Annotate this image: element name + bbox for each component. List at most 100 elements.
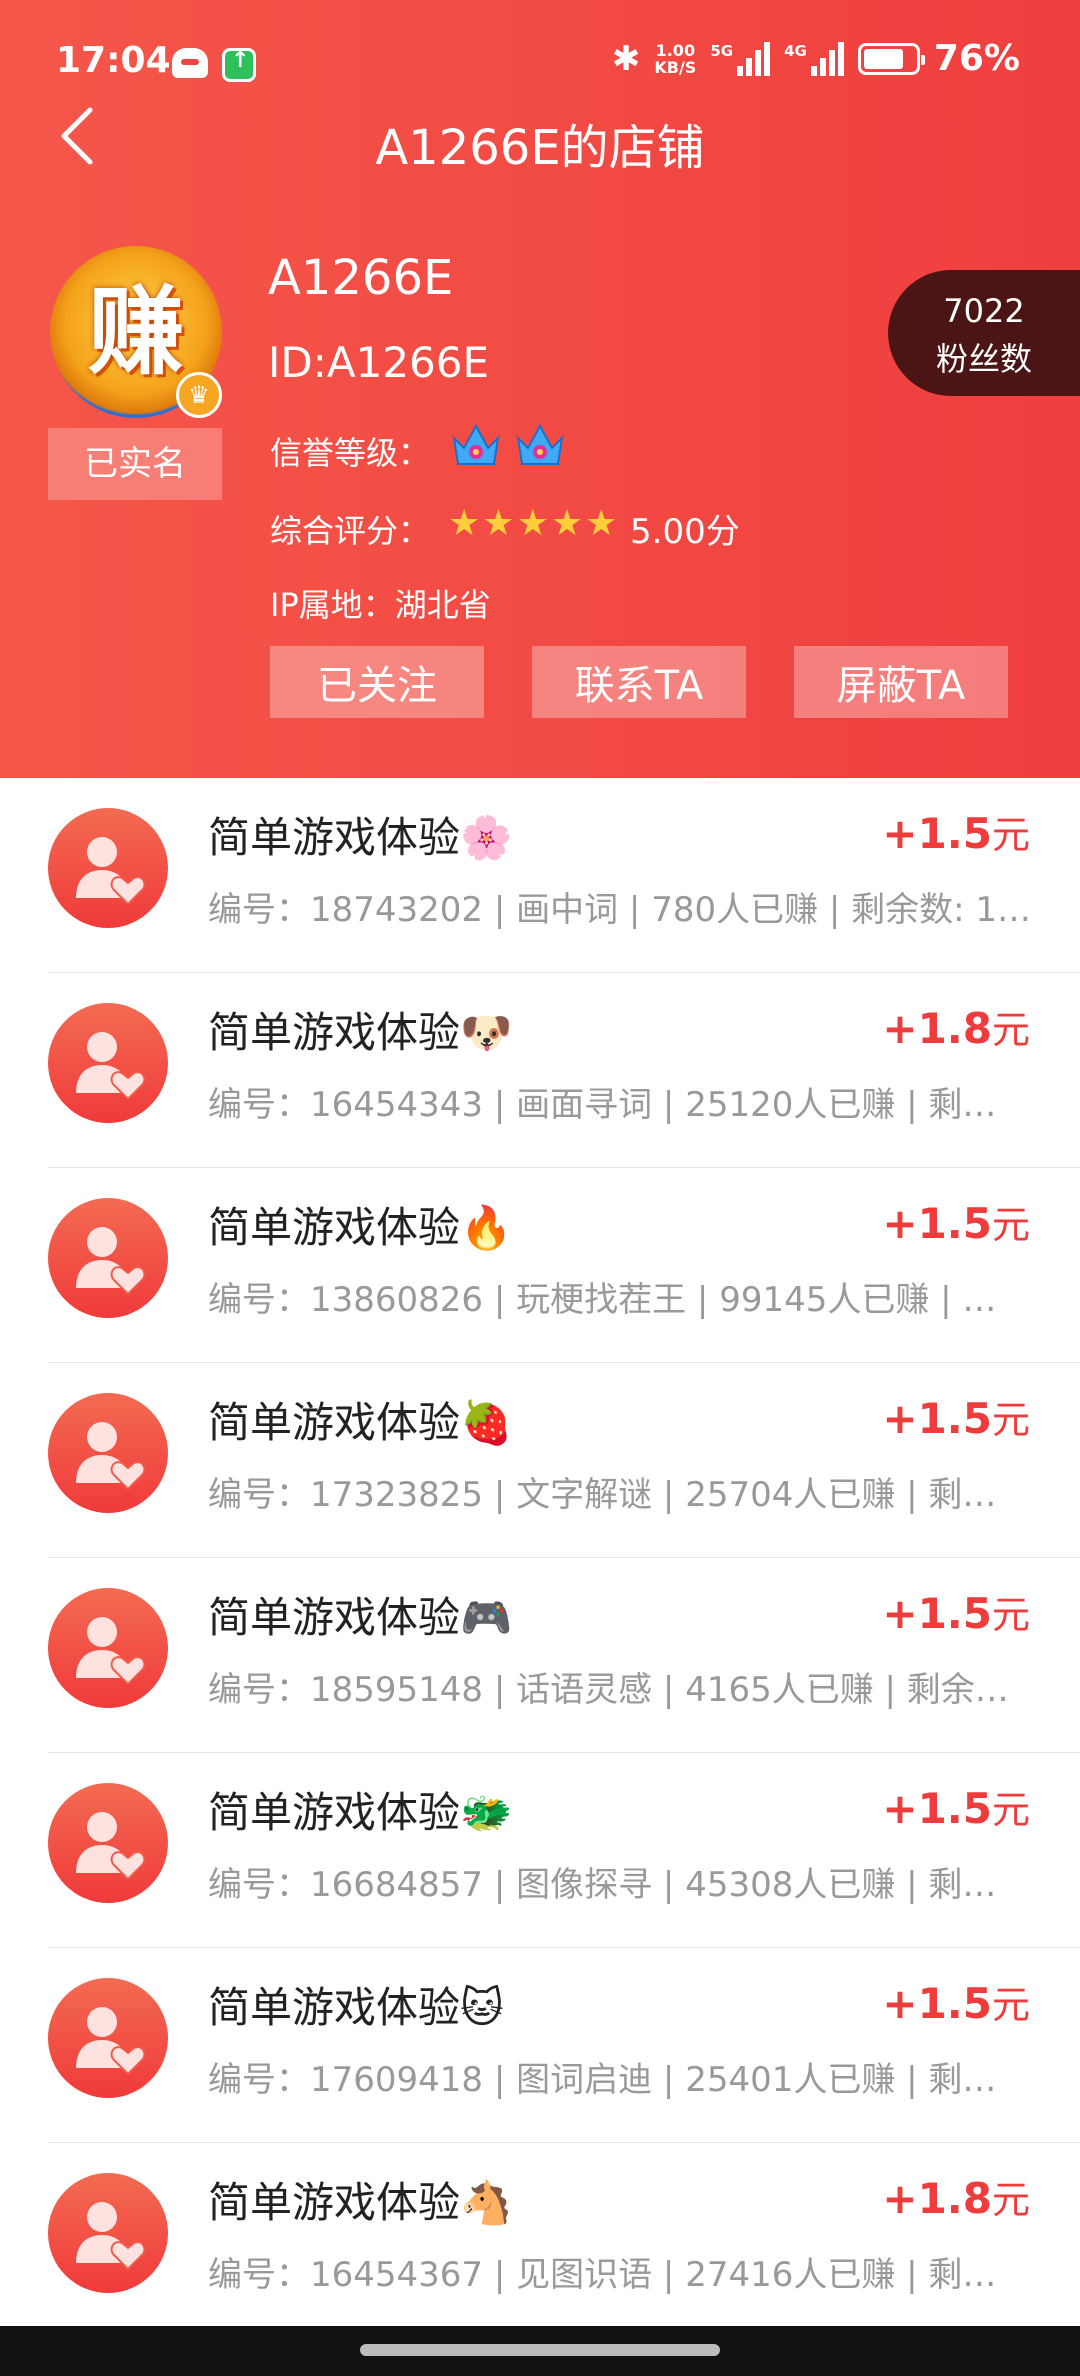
net-5g-label: 5G: [710, 41, 734, 60]
reputation-crowns: [450, 420, 566, 470]
vip-crown-icon: ♛: [176, 372, 222, 418]
crown-icon: [514, 420, 566, 470]
rating-stars: ★ ★ ★ ★ ★: [448, 502, 617, 546]
home-indicator[interactable]: [360, 2344, 720, 2356]
task-reward-amount: +1.8: [882, 1004, 992, 1053]
task-reward-amount: +1.5: [882, 1199, 992, 1248]
task-title: 简单游戏体验🐱: [208, 1983, 504, 2032]
task-reward-unit: 元: [991, 1788, 1030, 1832]
signal-4g-icon: 4G: [784, 41, 844, 76]
task-row[interactable]: 简单游戏体验🐴 +1.8元 编号：16454367 | 见图识语 | 27416…: [0, 2143, 1080, 2338]
task-reward: +1.5元: [882, 1584, 1030, 1639]
task-details: 编号：18743202 | 画中词 | 780人已赚 | 剩余数: 1…: [208, 890, 1032, 930]
task-title: 简单游戏体验🔥: [208, 1203, 513, 1252]
task-reward: +1.8元: [882, 2169, 1030, 2224]
fans-count-badge[interactable]: 7022 粉丝数: [888, 270, 1080, 396]
battery-icon: [857, 42, 925, 75]
star-icon: ★: [585, 503, 618, 544]
task-row[interactable]: 简单游戏体验🌸 +1.5元 编号：18743202 | 画中词 | 780人已赚…: [0, 778, 1080, 973]
bluetooth-icon: ✱: [611, 38, 641, 79]
task-details: 编号：13860826 | 玩梗找茬王 | 99145人已赚 | …: [208, 1280, 997, 1320]
task-title: 简单游戏体验🐴: [208, 2178, 513, 2227]
shop-header: 17:04 ✱ 1.00 KB/S 5G 4G 76% A1266E的店铺 赚: [0, 0, 1080, 778]
task-reward: +1.5元: [882, 1389, 1030, 1444]
avatar-logo-char: 赚: [88, 276, 184, 388]
app-notification-icon: [172, 48, 208, 78]
task-row[interactable]: 简单游戏体验🐱 +1.5元 编号：17609418 | 图词启迪 | 25401…: [0, 1948, 1080, 2143]
user-heart-icon: [48, 1783, 168, 1903]
task-row[interactable]: 简单游戏体验🍓 +1.5元 编号：17323825 | 文字解谜 | 25704…: [0, 1363, 1080, 1558]
network-speed: 1.00 KB/S: [654, 42, 696, 76]
score-value: 5.00分: [630, 512, 740, 552]
task-details: 编号：18595148 | 话语灵感 | 4165人已赚 | 剩余…: [208, 1670, 1009, 1710]
task-reward-unit: 元: [991, 1203, 1030, 1247]
ip-location: IP属地：湖北省: [270, 586, 491, 624]
user-heart-icon: [48, 2173, 168, 2293]
star-icon: ★: [448, 503, 481, 544]
task-reward-unit: 元: [991, 1983, 1030, 2027]
star-icon: ★: [482, 503, 515, 544]
system-nav-bar: [0, 2326, 1080, 2376]
crown-icon: [450, 420, 502, 470]
score-label: 综合评分：: [270, 512, 431, 550]
task-title: 简单游戏体验🐶: [208, 1008, 513, 1057]
task-row[interactable]: 简单游戏体验🎮 +1.5元 编号：18595148 | 话语灵感 | 4165人…: [0, 1558, 1080, 1753]
task-reward-amount: +1.8: [882, 2174, 992, 2223]
user-heart-icon: [48, 1198, 168, 1318]
task-row[interactable]: 简单游戏体验🐲 +1.5元 编号：16684857 | 图像探寻 | 45308…: [0, 1753, 1080, 1948]
follow-button[interactable]: 已关注: [270, 646, 484, 718]
task-title: 简单游戏体验🎮: [208, 1593, 513, 1642]
verified-badge: 已实名: [48, 428, 222, 500]
task-reward-amount: +1.5: [882, 809, 992, 858]
page-title: A1266E的店铺: [375, 120, 705, 176]
task-details: 编号：16684857 | 图像探寻 | 45308人已赚 | 剩…: [208, 1865, 997, 1905]
block-button[interactable]: 屏蔽TA: [794, 646, 1008, 718]
fans-label: 粉丝数: [935, 340, 1032, 378]
task-title: 简单游戏体验🐲: [208, 1788, 513, 1837]
status-right: ✱ 1.00 KB/S 5G 4G 76%: [612, 38, 1020, 79]
net-4g-label: 4G: [784, 41, 807, 60]
task-reward-unit: 元: [991, 1398, 1030, 1442]
user-heart-icon: [48, 1978, 168, 2098]
task-details: 编号：16454367 | 见图识语 | 27416人已赚 | 剩…: [208, 2255, 997, 2295]
task-title: 简单游戏体验🍓: [208, 1398, 513, 1447]
task-row[interactable]: 简单游戏体验🔥 +1.5元 编号：13860826 | 玩梗找茬王 | 9914…: [0, 1168, 1080, 1363]
task-reward-unit: 元: [991, 2178, 1030, 2222]
upload-notification-icon: [222, 48, 256, 82]
task-reward: +1.5元: [882, 1779, 1030, 1834]
battery-percent: 76%: [933, 38, 1020, 79]
network-speed-unit: KB/S: [654, 57, 697, 77]
task-title: 简单游戏体验🌸: [208, 813, 513, 862]
action-buttons: 已关注 联系TA 屏蔽TA: [270, 646, 1008, 718]
star-icon: ★: [516, 503, 549, 544]
task-reward-unit: 元: [991, 1008, 1030, 1052]
fans-count: 7022: [943, 292, 1025, 330]
task-reward-unit: 元: [991, 1593, 1030, 1637]
status-bar: 17:04 ✱ 1.00 KB/S 5G 4G 76%: [0, 0, 1080, 120]
signal-5g-icon: 5G: [710, 41, 771, 76]
task-details: 编号：17609418 | 图词启迪 | 25401人已赚 | 剩…: [208, 2060, 997, 2100]
user-heart-icon: [48, 808, 168, 928]
star-icon: ★: [550, 503, 584, 544]
task-reward-unit: 元: [991, 813, 1030, 857]
task-row[interactable]: 简单游戏体验🐶 +1.8元 编号：16454343 | 画面寻词 | 25120…: [0, 973, 1080, 1168]
contact-button[interactable]: 联系TA: [532, 646, 746, 718]
status-time: 17:04: [56, 40, 171, 81]
reputation-label: 信誉等级：: [270, 434, 431, 472]
task-reward-amount: +1.5: [882, 1784, 992, 1833]
user-heart-icon: [48, 1588, 168, 1708]
shop-name: A1266E: [268, 250, 454, 306]
task-reward: +1.5元: [882, 1974, 1030, 2029]
task-list: 简单游戏体验🌸 +1.5元 编号：18743202 | 画中词 | 780人已赚…: [0, 778, 1080, 2338]
user-heart-icon: [48, 1393, 168, 1513]
task-details: 编号：16454343 | 画面寻词 | 25120人已赚 | 剩…: [208, 1085, 997, 1125]
task-reward: +1.8元: [882, 999, 1030, 1054]
task-reward: +1.5元: [882, 1194, 1030, 1249]
task-reward-amount: +1.5: [882, 1979, 992, 2028]
task-details: 编号：17323825 | 文字解谜 | 25704人已赚 | 剩…: [208, 1475, 997, 1515]
task-reward-amount: +1.5: [882, 1589, 992, 1638]
user-heart-icon: [48, 1003, 168, 1123]
task-reward: +1.5元: [882, 804, 1030, 859]
task-reward-amount: +1.5: [882, 1394, 992, 1443]
shop-id: ID:A1266E: [268, 338, 490, 387]
